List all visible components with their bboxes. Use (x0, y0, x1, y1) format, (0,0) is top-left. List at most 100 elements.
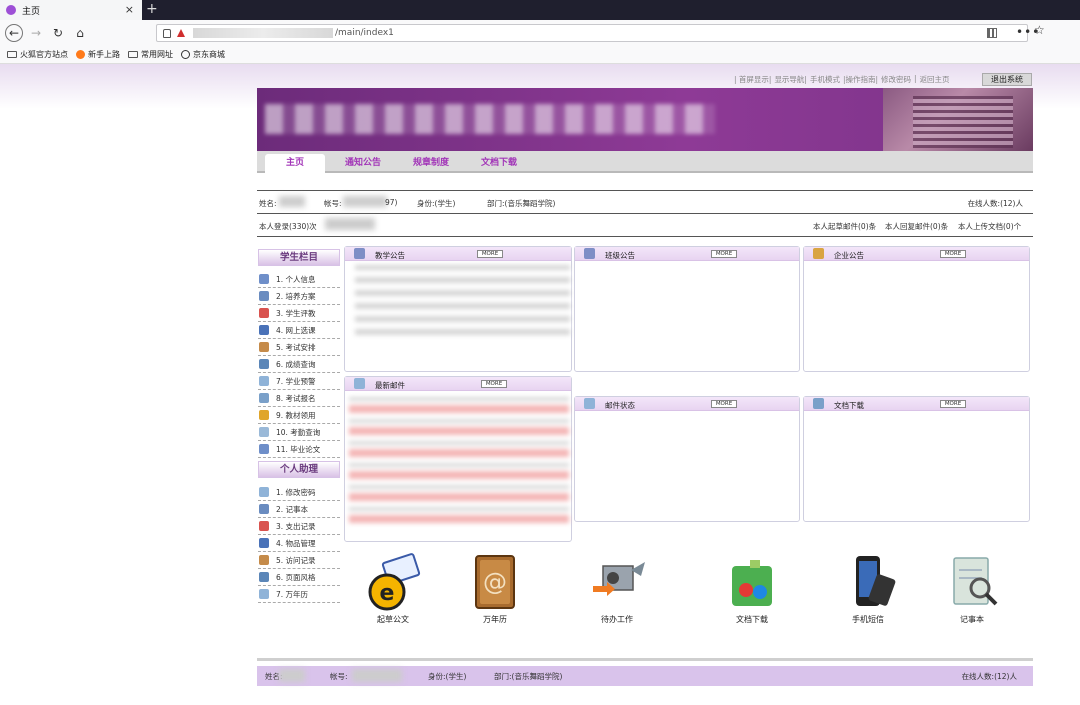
computer-icon (259, 359, 269, 369)
top-links: | 首屏显示| 显示导航| 手机模式 |操作指南| 修改密码 | 返回主页 (734, 74, 950, 85)
footer-account-label: 帐号: (330, 672, 348, 681)
link-divider: | (914, 74, 917, 83)
address-book-icon: @ (475, 555, 515, 609)
todo-app[interactable]: 待办工作 (567, 550, 667, 630)
sidebar-item-exam-schedule[interactable]: 5. 考试安排 (258, 339, 340, 356)
company-notice-panel: 企业公告 MORE (803, 246, 1030, 372)
sidebar-item-visit-log[interactable]: 5. 访问记录 (258, 552, 340, 569)
document-icon (259, 376, 269, 386)
firefox-icon (76, 50, 85, 59)
more-button[interactable]: MORE (477, 250, 503, 258)
more-button[interactable]: MORE (711, 400, 737, 408)
more-button[interactable]: MORE (940, 400, 966, 408)
name-label: 姓名: (259, 199, 277, 208)
insecure-warning-icon (177, 29, 185, 37)
sidebar-item-expenses[interactable]: 3. 支出记录 (258, 518, 340, 535)
app-label: 万年历 (483, 615, 507, 624)
doc-download-panel: 文档下载 MORE (803, 396, 1030, 522)
tab-home[interactable]: 主页 (265, 154, 325, 173)
footer-identity: 身份:(学生) (428, 672, 467, 681)
blurred-host (193, 28, 333, 38)
student-section-heading: 学生栏目 (258, 249, 340, 266)
footer-divider (257, 658, 1033, 661)
tab-notices[interactable]: 通知公告 (345, 151, 381, 173)
sidebar-item-academic-warning[interactable]: 7. 学业预警 (258, 373, 340, 390)
mail-icon (354, 378, 365, 389)
more-button[interactable]: MORE (481, 380, 507, 388)
first-screen-link[interactable]: | 首屏显示| (734, 74, 771, 85)
sidebar-item-calendar[interactable]: 7. 万年历 (258, 586, 340, 603)
qr-code-icon[interactable] (987, 28, 997, 38)
panel-title: 班级公告 (605, 251, 635, 260)
lock-icon (259, 410, 269, 420)
bar-chart-icon (259, 538, 269, 548)
folder-icon (128, 51, 138, 58)
back-arrow-icon[interactable]: ← (5, 24, 23, 42)
bar-chart-icon (259, 325, 269, 335)
address-bar[interactable]: /main/index1 (156, 24, 1028, 42)
tab-documents[interactable]: 文档下载 (481, 151, 517, 173)
key-card-icon (259, 487, 269, 497)
shield-icon (163, 28, 171, 38)
close-tab-icon[interactable]: × (125, 3, 134, 16)
bookmark-item[interactable]: 常用网址 (128, 49, 173, 60)
forward-arrow-icon[interactable]: → (27, 24, 45, 42)
sidebar-item-teaching-eval[interactable]: 3. 学生评教 (258, 305, 340, 322)
account-label: 帐号: (324, 199, 342, 208)
mobile-mode-link[interactable]: 手机模式 (810, 74, 840, 85)
browser-tab-bar: 主页 × + (0, 0, 1080, 20)
person-icon (259, 555, 269, 565)
sidebar-item-personal-info[interactable]: 1. 个人信息 (258, 271, 340, 288)
new-tab-icon[interactable]: + (146, 1, 158, 17)
browser-tab[interactable]: 主页 × (0, 0, 142, 20)
mail-reply-count: 本人回复邮件(0)条 (885, 222, 949, 231)
change-password-link[interactable]: 修改密码 (881, 74, 911, 85)
people-icon (259, 444, 269, 454)
sidebar-item-items[interactable]: 4. 物品管理 (258, 535, 340, 552)
blurred-mail-list[interactable] (349, 395, 569, 523)
blurred-notice-list[interactable] (355, 265, 570, 335)
sidebar-item-exam-signup[interactable]: 8. 考试报名 (258, 390, 340, 407)
bookmark-item[interactable]: 火狐官方站点 (7, 49, 68, 60)
sidebar-item-textbooks[interactable]: 9. 教材领用 (258, 407, 340, 424)
bookmarks-bar: 火狐官方站点 新手上路 常用网址 京东商城 (0, 46, 1080, 64)
sidebar-item-course-select[interactable]: 4. 网上选课 (258, 322, 340, 339)
tab-title: 主页 (22, 6, 41, 17)
more-button[interactable]: MORE (711, 250, 737, 258)
user-info-row: 姓名: 帐号: 97) 身份:(学生) 部门:(音乐舞蹈学院) 在线人数:(12… (257, 190, 1033, 214)
more-button[interactable]: MORE (940, 250, 966, 258)
account-tail: 97) (385, 198, 398, 207)
sidebar-item-notebook[interactable]: 2. 记事本 (258, 501, 340, 518)
guide-link[interactable]: |操作指南| (843, 74, 878, 85)
logout-button[interactable]: 退出系统 (982, 73, 1032, 86)
bookmark-star-icon[interactable]: ☆ (1034, 23, 1045, 37)
sms-app[interactable]: 手机短信 (818, 550, 918, 630)
group-icon (259, 393, 269, 403)
home-icon[interactable]: ⌂ (71, 24, 89, 42)
sidebar-item-training-plan[interactable]: 2. 培养方案 (258, 288, 340, 305)
speaker-arrow-icon (593, 562, 645, 596)
sidebar-item-attendance[interactable]: 10. 考勤查询 (258, 424, 340, 441)
sidebar-item-grades[interactable]: 6. 成绩查询 (258, 356, 340, 373)
footer-department: 部门:(音乐舞蹈学院) (494, 672, 563, 681)
bookmark-item[interactable]: 新手上路 (76, 49, 120, 60)
expense-icon (259, 521, 269, 531)
mobile-phone-icon (856, 556, 896, 606)
sidebar-item-page-style[interactable]: 6. 页面风格 (258, 569, 340, 586)
folder-icon (7, 51, 17, 58)
calendar-app[interactable]: @ 万年历 (445, 550, 545, 630)
bookmark-item[interactable]: 京东商城 (181, 49, 225, 60)
user-stats-row: 本人登录(330)次 本人起草邮件(0)条 本人回复邮件(0)条 本人上传文档(… (257, 214, 1033, 237)
doc-download-app[interactable]: 文档下载 (702, 550, 802, 630)
sidebar-item-change-password[interactable]: 1. 修改密码 (258, 484, 340, 501)
tab-regulations[interactable]: 规章制度 (413, 151, 449, 173)
notebook-app[interactable]: 记事本 (922, 550, 1022, 630)
draft-document-app[interactable]: e 起草公文 (343, 550, 443, 630)
main-menu: 主页 通知公告 规章制度 文档下载 (257, 151, 1033, 173)
sidebar-item-thesis[interactable]: 11. 毕业论文 (258, 441, 340, 458)
panel-title: 文档下载 (834, 401, 864, 410)
show-nav-link[interactable]: 显示导航| (774, 74, 807, 85)
mail-draft-count: 本人起草邮件(0)条 (813, 222, 877, 231)
reload-icon[interactable]: ↻ (49, 24, 67, 42)
back-home-link[interactable]: 返回主页 (920, 74, 950, 85)
